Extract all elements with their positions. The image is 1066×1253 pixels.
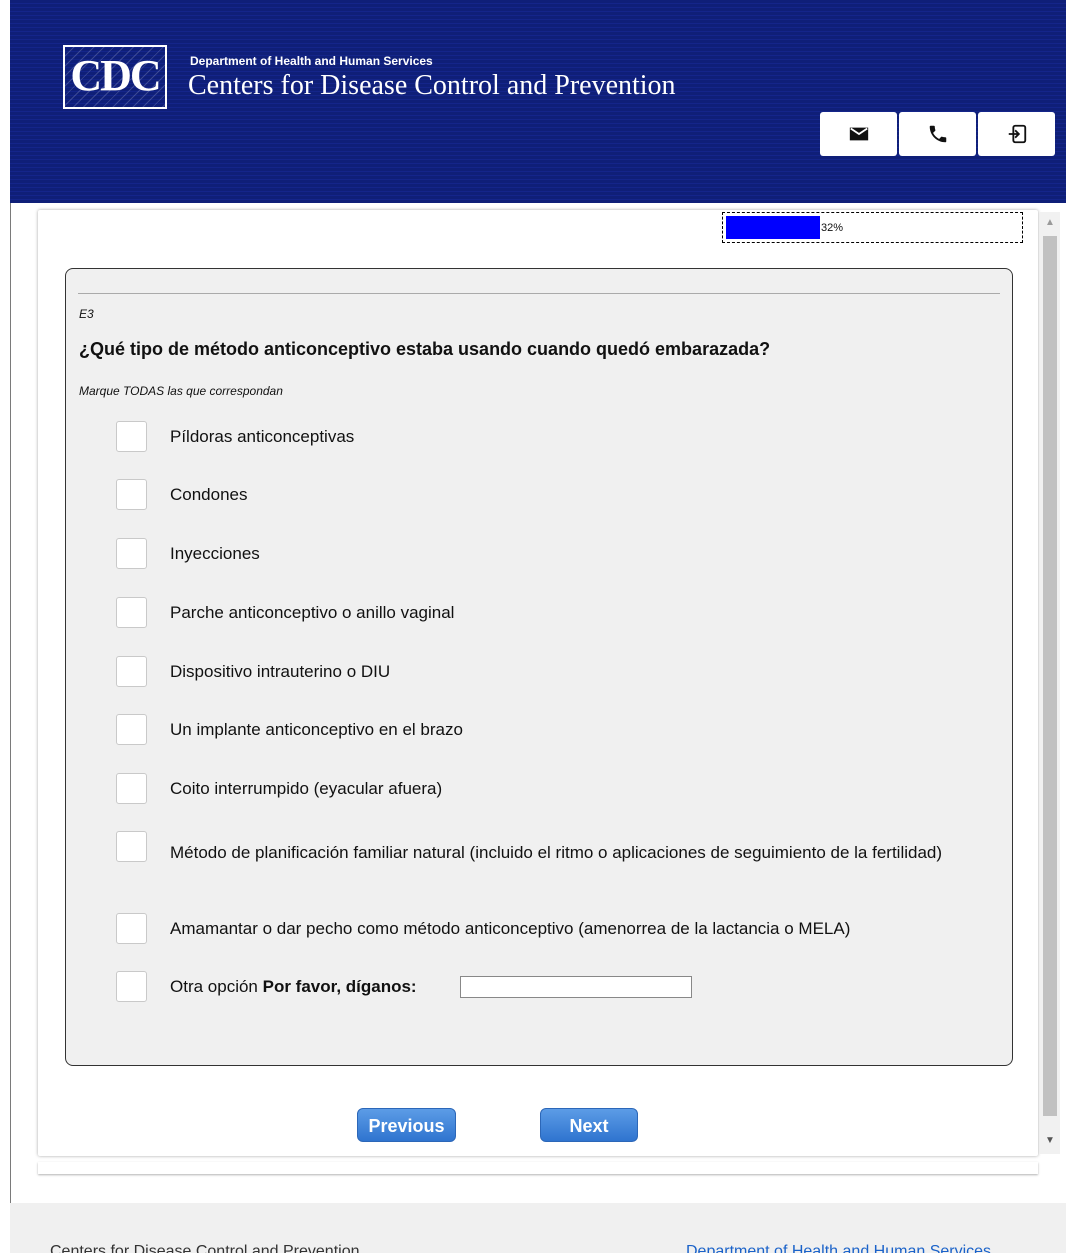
option-label: Método de planificación familiar natural… [170, 837, 990, 869]
checkbox[interactable] [116, 597, 147, 628]
email-button[interactable] [820, 112, 897, 156]
exit-button[interactable] [978, 112, 1055, 156]
other-text-input[interactable] [460, 976, 692, 998]
checkbox[interactable] [116, 538, 147, 569]
checkbox[interactable] [116, 714, 147, 745]
checkbox[interactable] [116, 971, 147, 1002]
scroll-up-arrow-icon[interactable]: ▲ [1040, 212, 1060, 234]
scrollbar-thumb[interactable] [1043, 236, 1057, 1116]
progress-bar: 32% [722, 212, 1023, 243]
previous-button[interactable]: Previous [357, 1108, 456, 1142]
checkbox[interactable] [116, 421, 147, 452]
option-label-text: Método de planificación familiar natural… [170, 843, 943, 862]
checkbox[interactable] [116, 479, 147, 510]
checkbox[interactable] [116, 913, 147, 944]
progress-label: 32% [821, 222, 844, 234]
option-label: Amamantar o dar pecho como método antico… [170, 919, 851, 938]
exit-icon [1008, 124, 1026, 144]
department-name: Department of Health and Human Services [190, 54, 433, 68]
other-label: Otra opción [170, 977, 258, 996]
option-label: Coito interrumpido (eyacular afuera) [170, 779, 443, 798]
checkbox[interactable] [116, 773, 147, 804]
next-button[interactable]: Next [540, 1108, 638, 1142]
option-label: Píldoras anticonceptivas [170, 427, 355, 446]
option-label: Inyecciones [170, 544, 260, 563]
mail-icon [849, 127, 868, 141]
checkbox[interactable] [116, 656, 147, 687]
option-label: Parche anticonceptivo o anillo vaginal [170, 603, 455, 622]
option-label: Condones [170, 485, 248, 504]
question-box: E3 ¿Qué tipo de método anticonceptivo es… [65, 268, 1013, 1066]
site-header: CDC Department of Health and Human Servi… [10, 0, 1066, 203]
footer-agency: Centers for Disease Control and Preventi… [50, 1243, 360, 1253]
question-instruction: Marque TODAS las que correspondan [79, 384, 283, 398]
footer-hhs-link[interactable]: Department of Health and Human Services [686, 1243, 991, 1253]
checkbox[interactable] [116, 831, 147, 862]
agency-name: Centers for Disease Control and Preventi… [188, 70, 676, 101]
other-prompt: Por favor, díganos: [262, 977, 417, 996]
option-label: Dispositivo intrauterino o DIU [170, 662, 391, 681]
scroll-down-arrow-icon[interactable]: ▼ [1040, 1130, 1060, 1152]
divider [78, 293, 1000, 294]
question-id: E3 [79, 307, 94, 321]
cdc-logo: CDC [63, 45, 167, 109]
site-footer: Centers for Disease Control and Preventi… [10, 1203, 1066, 1253]
phone-icon [929, 125, 946, 143]
progress-fill [726, 216, 820, 239]
option-label: Un implante anticonceptivo en el brazo [170, 720, 463, 739]
question-text: ¿Qué tipo de método anticonceptivo estab… [79, 339, 771, 359]
card-footer-bar [38, 1162, 1038, 1174]
option-label: Otra opción Por favor, díganos: [170, 977, 417, 997]
phone-button[interactable] [899, 112, 976, 156]
